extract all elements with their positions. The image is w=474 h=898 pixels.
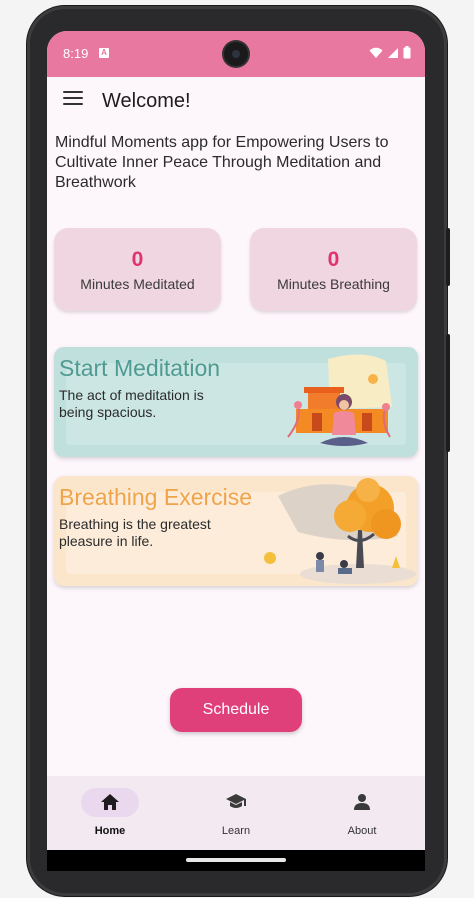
page-title: Welcome! (102, 90, 191, 112)
breathing-exercise-card[interactable]: Breathing Exercise Breathing is the grea… (54, 476, 418, 586)
school-icon (226, 794, 246, 808)
home-icon (101, 794, 119, 810)
volume-button (446, 228, 450, 286)
breathing-illustration (264, 478, 416, 584)
power-button (446, 334, 450, 452)
breathing-card-description: Breathing is the greatest pleasure in li… (59, 516, 211, 549)
start-meditation-card[interactable]: Start Meditation The act of meditation i… (54, 347, 418, 457)
breathing-card-title: Breathing Exercise (59, 484, 253, 510)
status-bar: 8:19 A (47, 31, 425, 77)
status-icons (369, 46, 411, 59)
wifi-icon (369, 47, 383, 58)
nav-label-learn: Learn (221, 825, 251, 837)
nav-item-learn[interactable]: Learn (173, 776, 299, 850)
meditation-illustration (287, 354, 392, 446)
front-camera (224, 42, 248, 66)
status-time: 8:19 (63, 46, 89, 61)
minutes-meditated-card: 0 Minutes Meditated (54, 228, 221, 311)
notification-icon: A (99, 48, 109, 58)
nav-label-home: Home (94, 825, 126, 837)
signal-icon (388, 47, 398, 58)
gesture-handle[interactable] (186, 858, 286, 862)
minutes-breathing-label: Minutes Breathing (277, 276, 390, 292)
minutes-breathing-value: 0 (327, 248, 340, 271)
menu-icon[interactable] (63, 91, 83, 107)
minutes-meditated-label: Minutes Meditated (80, 276, 195, 292)
nav-item-home[interactable]: Home (47, 776, 173, 850)
battery-icon (403, 46, 411, 59)
bottom-navigation: Home Learn About (47, 776, 425, 850)
nav-label-about: About (347, 825, 377, 837)
minutes-meditated-value: 0 (131, 248, 144, 271)
app-screen: 8:19 A Welcome! Mindful Moments app for … (47, 31, 425, 871)
nav-item-about[interactable]: About (299, 776, 425, 850)
intro-text: Mindful Moments app for Empowering Users… (55, 134, 389, 191)
minutes-breathing-card: 0 Minutes Breathing (250, 228, 417, 311)
app-bar: Welcome! (47, 77, 425, 127)
meditation-card-description: The act of meditation is being spacious. (59, 387, 204, 420)
schedule-button[interactable]: Schedule (170, 688, 302, 732)
person-icon (354, 794, 370, 810)
meditation-card-title: Start Meditation (59, 355, 221, 381)
